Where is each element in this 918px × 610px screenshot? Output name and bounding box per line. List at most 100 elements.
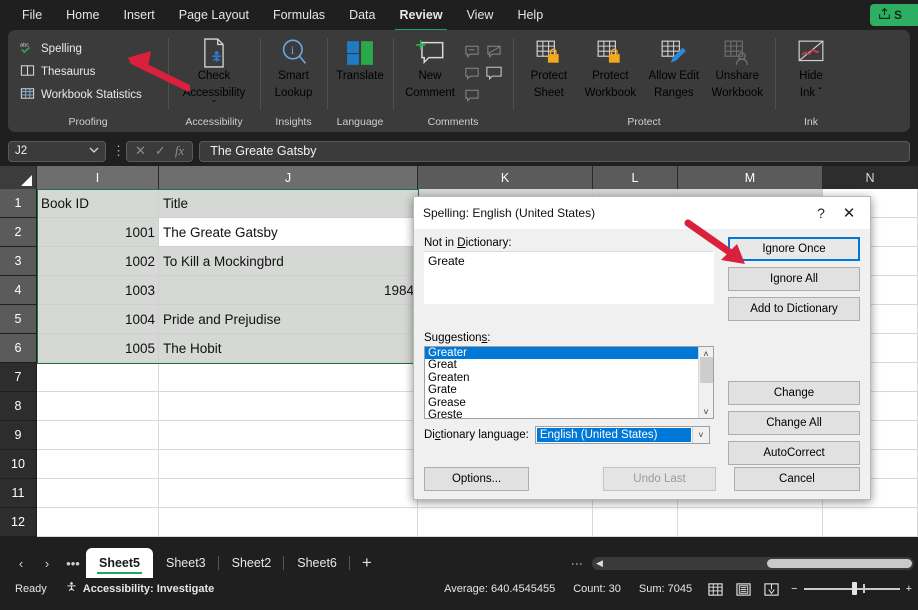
ribbon-tab-page-layout[interactable]: Page Layout [167,3,261,27]
ignore-once-button[interactable]: Ignore Once [728,237,860,261]
select-all-corner[interactable] [0,166,37,189]
cell-N12[interactable] [823,508,918,537]
horizontal-scrollbar[interactable]: ◀ [592,556,914,570]
zoom-in-button[interactable]: + [906,583,912,595]
chevron-down-icon[interactable] [89,145,99,157]
change-button[interactable]: Change [728,381,860,405]
column-header-N[interactable]: N [823,166,918,189]
cell-I11[interactable] [37,479,159,508]
cell-J9[interactable] [159,421,418,450]
column-header-K[interactable]: K [418,166,593,189]
accessibility-status[interactable]: Accessibility: Investigate [56,581,223,597]
row-header-3[interactable]: 3 [0,247,37,276]
cell-J11[interactable] [159,479,418,508]
add-sheet-button[interactable]: + [350,553,384,573]
zoom-slider[interactable]: − + [785,583,912,595]
cell-I5[interactable]: 1004 [37,305,159,334]
protect-sheet-button[interactable]: Protect Sheet [519,34,579,106]
row-header-2[interactable]: 2 [0,218,37,247]
cell-J6[interactable]: The Hobit [159,334,418,363]
cell-L12[interactable] [593,508,678,537]
cancel-icon[interactable]: ✕ [135,143,146,159]
ribbon-tab-review[interactable]: Review [387,3,454,31]
cell-I10[interactable] [37,450,159,479]
row-header-7[interactable]: 7 [0,363,37,392]
status-average[interactable]: Average: 640.4545455 [435,583,564,595]
show-comments-icon[interactable] [483,62,505,84]
cell-M12[interactable] [678,508,823,537]
share-button[interactable]: S [870,4,918,26]
enter-icon[interactable]: ✓ [155,143,166,159]
autocorrect-button[interactable]: AutoCorrect [728,441,860,465]
scroll-down-icon[interactable]: ˅ [703,405,708,418]
dictionary-language-select[interactable]: English (United States) ˅ [534,426,710,444]
ribbon-tab-data[interactable]: Data [337,3,387,27]
row-header-12[interactable]: 12 [0,508,37,537]
previous-note-icon[interactable] [461,62,483,84]
suggestion-item[interactable]: Greaten [425,372,698,384]
suggestions-scrollbar[interactable]: ˄ ˅ [698,347,713,418]
cell-I6[interactable]: 1005 [37,334,159,363]
spelling-button[interactable]: abc Spelling [14,37,88,60]
chevron-down-icon[interactable]: ˅ [691,427,709,443]
zoom-track[interactable] [803,583,900,594]
check-accessibility-button[interactable]: Check Accessibility ˇ [181,34,247,120]
scroll-options-icon[interactable]: ⋮ [570,558,584,568]
ribbon-tab-formulas[interactable]: Formulas [261,3,337,27]
add-to-dictionary-button[interactable]: Add to Dictionary [728,297,860,321]
help-icon[interactable]: ? [808,205,834,221]
cell-J12[interactable] [159,508,418,537]
row-header-11[interactable]: 11 [0,479,37,508]
more-sheets-icon[interactable]: ••• [60,556,86,571]
suggestions-list[interactable]: Greater Great Greaten Grate Grease Greste ˄ ˅ [424,346,714,419]
column-header-J[interactable]: J [159,166,418,189]
previous-comment-icon[interactable] [461,40,483,62]
scroll-left-icon[interactable]: ◀ [596,558,603,569]
change-all-button[interactable]: Change All [728,411,860,435]
cell-J8[interactable] [159,392,418,421]
delete-comment-icon[interactable] [461,84,483,106]
formula-input[interactable]: The Greate Gatsby [199,140,910,162]
ribbon-tab-view[interactable]: View [455,3,506,27]
suggestion-item[interactable]: Greater [425,347,698,360]
sheet-tab-sheet2[interactable]: Sheet2 [219,548,285,578]
new-comment-button[interactable]: New Comment [399,34,461,106]
scrollbar-thumb[interactable] [699,356,713,383]
suggestion-item[interactable]: Grate [425,384,698,396]
cell-J3[interactable]: To Kill a Mockingbrd [159,247,418,276]
row-header-4[interactable]: 4 [0,276,37,305]
row-header-10[interactable]: 10 [0,450,37,479]
fx-icon[interactable]: fx [175,143,184,159]
sheet-tab-sheet5[interactable]: Sheet5 [86,548,153,578]
close-icon[interactable]: ✕ [834,204,864,222]
page-layout-view-icon[interactable] [729,582,757,597]
next-comment-icon[interactable] [483,40,505,62]
cell-I12[interactable] [37,508,159,537]
thesaurus-button[interactable]: Thesaurus [14,60,101,83]
ribbon-tab-home[interactable]: Home [54,3,111,27]
row-header-1[interactable]: 1 [0,189,37,218]
suggestion-item[interactable]: Great [425,359,698,371]
allow-edit-ranges-button[interactable]: Allow Edit Ranges [642,34,705,106]
row-header-6[interactable]: 6 [0,334,37,363]
next-sheet-icon[interactable]: › [34,556,60,571]
smart-lookup-button[interactable]: i Smart Lookup [266,34,321,106]
cell-I8[interactable] [37,392,159,421]
column-header-I[interactable]: I [37,166,159,189]
normal-view-icon[interactable] [701,582,729,597]
cell-J4[interactable]: 1984 [159,276,418,305]
ribbon-tab-file[interactable]: File [10,3,54,27]
row-header-9[interactable]: 9 [0,421,37,450]
ribbon-tab-help[interactable]: Help [505,3,555,27]
page-break-view-icon[interactable] [757,582,785,597]
column-header-M[interactable]: M [678,166,823,189]
horizontal-scrollbar-thumb[interactable] [767,558,912,568]
formula-bar-options-icon[interactable]: ⋮ [112,143,125,159]
translate-button[interactable]: Translate [333,34,387,89]
protect-workbook-button[interactable]: Protect Workbook [579,34,642,106]
cancel-button[interactable]: Cancel [733,467,860,491]
sheet-tab-sheet6[interactable]: Sheet6 [284,548,350,578]
prev-sheet-icon[interactable]: ‹ [8,556,34,571]
options-button[interactable]: Options... [424,467,530,491]
cell-I2[interactable]: 1001 [37,218,159,247]
